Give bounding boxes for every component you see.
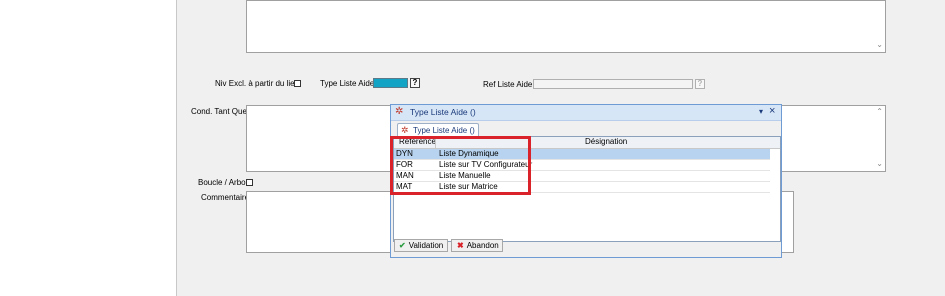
popup-title: Type Liste Aide () bbox=[410, 107, 476, 117]
popup-title-bar[interactable]: ✲ Type Liste Aide () ▾ × bbox=[391, 105, 781, 121]
ref-liste-aide-input[interactable] bbox=[533, 79, 693, 89]
app-icon: ✲ bbox=[395, 106, 404, 117]
commentaire-label: Commentaire bbox=[201, 193, 250, 202]
type-liste-aide-field[interactable] bbox=[373, 78, 408, 88]
left-pane bbox=[0, 0, 177, 296]
close-icon[interactable]: × bbox=[769, 105, 775, 118]
column-designation[interactable]: Désignation bbox=[585, 137, 627, 147]
highlight-box bbox=[390, 136, 531, 195]
tab-type-liste-aide[interactable]: ✲ Type Liste Aide () bbox=[397, 123, 479, 136]
niv-excl-label: Niv Excl. à partir du lien bbox=[215, 79, 300, 88]
menu-icon[interactable]: ▾ bbox=[759, 107, 763, 116]
abandon-button[interactable]: ✖ Abandon bbox=[451, 239, 503, 252]
abandon-label: Abandon bbox=[466, 241, 499, 250]
tab-icon: ✲ bbox=[401, 125, 409, 135]
top-textarea[interactable]: ⌄ bbox=[246, 0, 886, 53]
scroll-down-icon[interactable]: ⌄ bbox=[876, 41, 883, 49]
type-liste-aide-help-button[interactable]: ? bbox=[410, 78, 420, 88]
ref-liste-aide-help-button[interactable]: ? bbox=[695, 79, 705, 89]
cancel-icon: ✖ bbox=[457, 241, 464, 250]
validation-label: Validation bbox=[408, 241, 444, 250]
boucle-arbo-checkbox[interactable] bbox=[246, 179, 253, 186]
type-liste-aide-label: Type Liste Aide bbox=[320, 79, 375, 88]
check-icon: ✔ bbox=[399, 241, 406, 250]
ref-liste-aide-label: Ref Liste Aide bbox=[483, 80, 533, 89]
boucle-arbo-label: Boucle / Arbo bbox=[198, 178, 246, 187]
tab-label: Type Liste Aide () bbox=[413, 126, 475, 135]
cond-tant-que-label: Cond. Tant Que bbox=[191, 107, 247, 116]
scroll-up-icon[interactable]: ⌃ bbox=[876, 108, 883, 116]
niv-excl-checkbox[interactable] bbox=[294, 80, 301, 87]
scroll-down-icon[interactable]: ⌄ bbox=[876, 160, 883, 168]
validation-button[interactable]: ✔ Validation bbox=[394, 239, 448, 252]
